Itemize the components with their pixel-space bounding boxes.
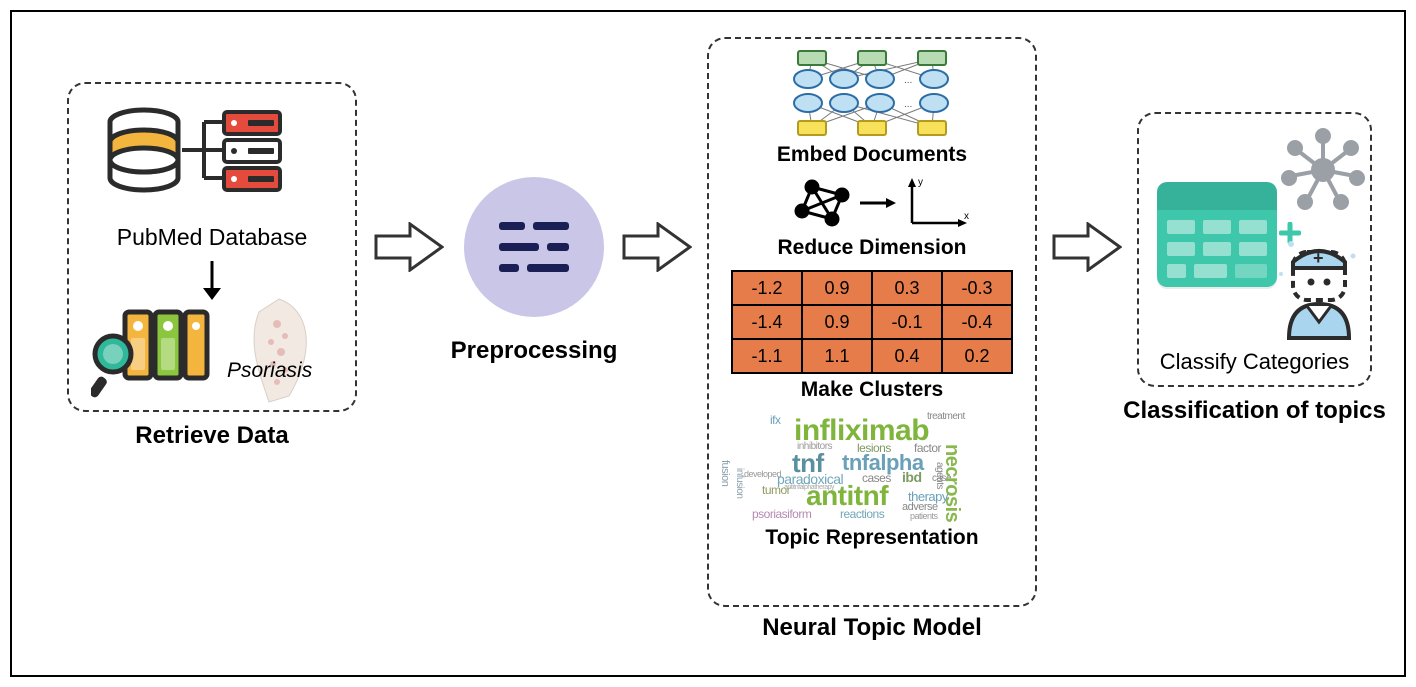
embed-step-label: Embed Documents: [721, 143, 1023, 167]
db-source-label: PubMed Database: [69, 224, 355, 251]
stage4-title: Classification of topics: [1117, 397, 1392, 425]
database-icon: [104, 104, 304, 219]
folders-search-icon: [91, 304, 211, 399]
flow-arrow-icon: [374, 222, 444, 272]
classification-panel: + Classify Categories: [1137, 112, 1372, 387]
cluster-matrix: -1.20.90.3-0.3 -1.40.9-0.1-0.4 -1.11.10.…: [731, 270, 1013, 374]
svg-text:...: ...: [904, 99, 912, 110]
neural-network-icon: ... ...: [772, 49, 972, 139]
flow-arrow-icon: [1052, 222, 1122, 272]
reduce-dimension-icon: xy: [772, 177, 972, 232]
preprocessing-icon: [464, 177, 604, 317]
stage1-title: Retrieve Data: [67, 422, 357, 450]
topicrep-step-label: Topic Representation: [721, 526, 1023, 550]
flow-arrow-icon: [622, 222, 692, 272]
stage2-title: Preprocessing: [444, 337, 624, 365]
svg-text:+: +: [1313, 248, 1324, 268]
reduce-step-label: Reduce Dimension: [721, 236, 1023, 260]
keyword-label: Psoriasis: [227, 359, 312, 383]
retrieve-data-panel: PubMed Database: [67, 82, 357, 412]
stage3-title: Neural Topic Model: [707, 614, 1037, 642]
cluster-step-label: Make Clusters: [721, 378, 1023, 402]
neural-topic-panel: ... ... Embed Documents xy: [707, 37, 1037, 607]
spreadsheet-icon: [1157, 182, 1277, 287]
svg-text:x: x: [964, 211, 969, 222]
doctor-icon: +: [1271, 234, 1366, 344]
svg-text:y: y: [918, 177, 923, 188]
wordcloud: infliximabifxinhibitorstreatmentlesionsf…: [722, 412, 1022, 522]
network-icon: [1279, 126, 1367, 214]
diagram-frame: PubMed Database: [10, 10, 1406, 677]
classify-label: Classify Categories: [1139, 349, 1370, 375]
psoriasis-arm-icon: [219, 294, 329, 404]
svg-text:...: ...: [904, 75, 912, 86]
